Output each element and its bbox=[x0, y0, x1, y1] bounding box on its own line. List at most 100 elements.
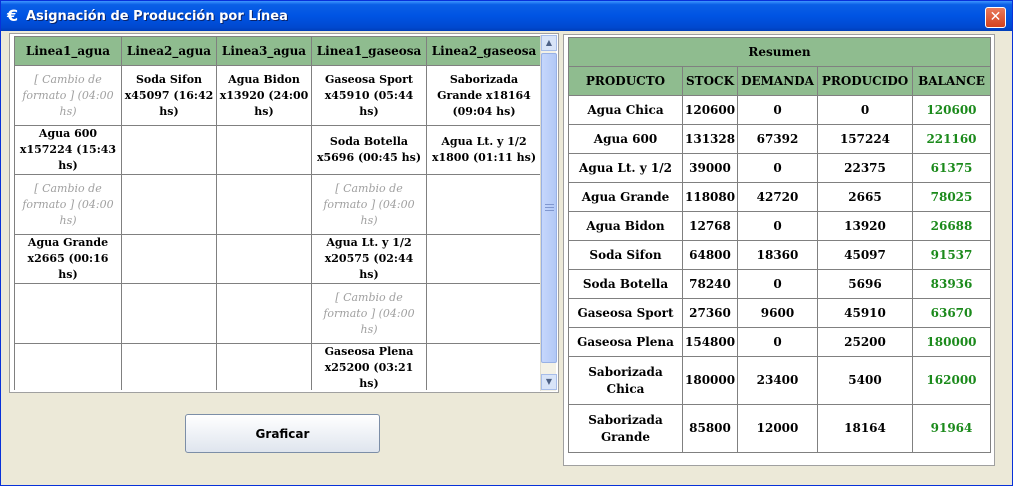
lines-column-header[interactable]: Linea1_gaseosa bbox=[311, 36, 427, 66]
assignment-cell[interactable] bbox=[121, 283, 217, 344]
value-cell: 42720 bbox=[737, 182, 818, 212]
assignment-cell[interactable]: [ Cambio de formato ] (04:00 hs) bbox=[14, 65, 122, 126]
value-cell: 13920 bbox=[817, 211, 913, 241]
assignment-cell[interactable] bbox=[121, 174, 217, 235]
assignment-cell[interactable]: [ Cambio de formato ] (04:00 hs) bbox=[311, 174, 427, 235]
value-cell: 0 bbox=[737, 269, 818, 299]
product-cell: Agua Chica bbox=[568, 95, 683, 125]
value-cell: 0 bbox=[737, 95, 818, 125]
value-cell: 22375 bbox=[817, 153, 913, 183]
assignment-cell[interactable]: Soda Botella x5696 (00:45 hs) bbox=[311, 125, 427, 175]
table-row: Gaseosa Plena x25200 (03:21 hs) bbox=[14, 343, 541, 390]
product-cell: Gaseosa Sport bbox=[568, 298, 683, 328]
lines-column-header[interactable]: Linea3_agua bbox=[216, 36, 312, 66]
app-window: € Asignación de Producción por Línea ✕ L… bbox=[0, 0, 1013, 486]
summary-title: Resumen bbox=[568, 37, 991, 67]
summary-column-header[interactable]: BALANCE bbox=[912, 66, 991, 96]
table-row: Gaseosa Sport 27360 9600 45910 63670 bbox=[568, 298, 991, 328]
table-row: Agua Grande 118080 42720 2665 78025 bbox=[568, 182, 991, 212]
scroll-up-button[interactable]: ▲ bbox=[541, 35, 557, 51]
value-cell: 39000 bbox=[682, 153, 738, 183]
scroll-thumb[interactable] bbox=[541, 53, 557, 363]
assignment-cell[interactable] bbox=[216, 174, 312, 235]
value-cell: 12768 bbox=[682, 211, 738, 241]
lines-table: Linea1_agua Linea2_agua Linea3_agua Linea1_… bbox=[14, 36, 541, 390]
value-cell: 27360 bbox=[682, 298, 738, 328]
assignment-cell[interactable] bbox=[121, 234, 217, 284]
balance-cell: 120600 bbox=[912, 95, 991, 125]
value-cell: 5400 bbox=[817, 356, 913, 405]
scroll-down-button[interactable]: ▼ bbox=[541, 374, 557, 390]
value-cell: 23400 bbox=[737, 356, 818, 405]
balance-cell: 63670 bbox=[912, 298, 991, 328]
value-cell: 0 bbox=[817, 95, 913, 125]
graficar-button[interactable]: Graficar bbox=[185, 414, 380, 453]
assignment-cell[interactable]: Agua Lt. y 1/2 x1800 (01:11 hs) bbox=[426, 125, 541, 175]
assignment-cell[interactable]: Agua 600 x157224 (15:43 hs) bbox=[14, 125, 122, 175]
lines-column-header[interactable]: Linea1_agua bbox=[14, 36, 122, 66]
table-row: [ Cambio de formato ] (04:00 hs) bbox=[14, 283, 541, 344]
assignment-cell[interactable] bbox=[216, 343, 312, 390]
assignment-cell[interactable] bbox=[216, 125, 312, 175]
assignment-cell[interactable] bbox=[216, 234, 312, 284]
table-row: Agua 600 x157224 (15:43 hs) Soda Botella … bbox=[14, 125, 541, 175]
assignment-cell[interactable]: Agua Bidon x13920 (24:00 hs) bbox=[216, 65, 312, 126]
assignment-cell[interactable] bbox=[426, 234, 541, 284]
table-row: Saborizada Chica 180000 23400 5400 162000 bbox=[568, 356, 991, 405]
product-cell: Saborizada Chica bbox=[568, 356, 683, 405]
value-cell: 64800 bbox=[682, 240, 738, 270]
lines-table-panel: Linea1_agua Linea2_agua Linea3_agua Linea1_… bbox=[9, 33, 559, 393]
close-button[interactable]: ✕ bbox=[985, 7, 1006, 28]
summary-column-header[interactable]: PRODUCTO bbox=[568, 66, 683, 96]
balance-cell: 91964 bbox=[912, 404, 991, 453]
balance-cell: 91537 bbox=[912, 240, 991, 270]
assignment-cell[interactable] bbox=[426, 174, 541, 235]
value-cell: 154800 bbox=[682, 327, 738, 357]
summary-table: Resumen PRODUCTO STOCK DEMANDA PRODUCIDO BAL… bbox=[568, 37, 991, 453]
summary-column-header[interactable]: PRODUCIDO bbox=[817, 66, 913, 96]
summary-column-header[interactable]: DEMANDA bbox=[737, 66, 818, 96]
value-cell: 0 bbox=[737, 327, 818, 357]
table-row: [ Cambio de formato ] (04:00 hs) [ Cambio… bbox=[14, 174, 541, 235]
summary-header: PRODUCTO STOCK DEMANDA PRODUCIDO BALANCE bbox=[568, 66, 991, 96]
value-cell: 120600 bbox=[682, 95, 738, 125]
table-row: Agua Bidon 12768 0 13920 26688 bbox=[568, 211, 991, 241]
value-cell: 9600 bbox=[737, 298, 818, 328]
assignment-cell[interactable]: Agua Lt. y 1/2 x20575 (02:44 hs) bbox=[311, 234, 427, 284]
product-cell: Agua Lt. y 1/2 bbox=[568, 153, 683, 183]
assignment-cell[interactable]: Agua Grande x2665 (00:16 hs) bbox=[14, 234, 122, 284]
value-cell: 12000 bbox=[737, 404, 818, 453]
lines-column-header[interactable]: Linea2_agua bbox=[121, 36, 217, 66]
table-row: Gaseosa Plena 154800 0 25200 180000 bbox=[568, 327, 991, 357]
balance-cell: 180000 bbox=[912, 327, 991, 357]
assignment-cell[interactable]: Saborizada Grande x18164 (09:04 hs) bbox=[426, 65, 541, 126]
balance-cell: 162000 bbox=[912, 356, 991, 405]
assignment-cell[interactable]: [ Cambio de formato ] (04:00 hs) bbox=[311, 283, 427, 344]
assignment-cell[interactable] bbox=[426, 343, 541, 390]
table-row: Saborizada Grande 85800 12000 18164 91964 bbox=[568, 404, 991, 453]
assignment-cell[interactable]: [ Cambio de formato ] (04:00 hs) bbox=[14, 174, 122, 235]
summary-column-header[interactable]: STOCK bbox=[682, 66, 738, 96]
balance-cell: 78025 bbox=[912, 182, 991, 212]
assignment-cell[interactable] bbox=[121, 343, 217, 390]
lines-table-viewport[interactable]: Linea1_agua Linea2_agua Linea3_agua Linea1_… bbox=[14, 36, 541, 390]
table-row: [ Cambio de formato ] (04:00 hs) Soda Sif… bbox=[14, 65, 541, 126]
assignment-cell[interactable]: Soda Sifon x45097 (16:42 hs) bbox=[121, 65, 217, 126]
assignment-cell[interactable] bbox=[14, 283, 122, 344]
table-row: Agua Chica 120600 0 0 120600 bbox=[568, 95, 991, 125]
value-cell: 18360 bbox=[737, 240, 818, 270]
vertical-scrollbar[interactable]: ▲ ▼ bbox=[540, 35, 557, 391]
assignment-cell[interactable]: Gaseosa Plena x25200 (03:21 hs) bbox=[311, 343, 427, 390]
lines-column-header[interactable]: Linea2_gaseosa bbox=[426, 36, 541, 66]
title-bar[interactable]: € Asignación de Producción por Línea ✕ bbox=[1, 1, 1012, 31]
assignment-cell[interactable] bbox=[14, 343, 122, 390]
assignment-cell[interactable] bbox=[426, 283, 541, 344]
product-cell: Saborizada Grande bbox=[568, 404, 683, 453]
assignment-cell[interactable] bbox=[121, 125, 217, 175]
value-cell: 0 bbox=[737, 211, 818, 241]
assignment-cell[interactable] bbox=[216, 283, 312, 344]
assignment-cell[interactable]: Gaseosa Sport x45910 (05:44 hs) bbox=[311, 65, 427, 126]
value-cell: 5696 bbox=[817, 269, 913, 299]
value-cell: 180000 bbox=[682, 356, 738, 405]
product-cell: Agua Grande bbox=[568, 182, 683, 212]
